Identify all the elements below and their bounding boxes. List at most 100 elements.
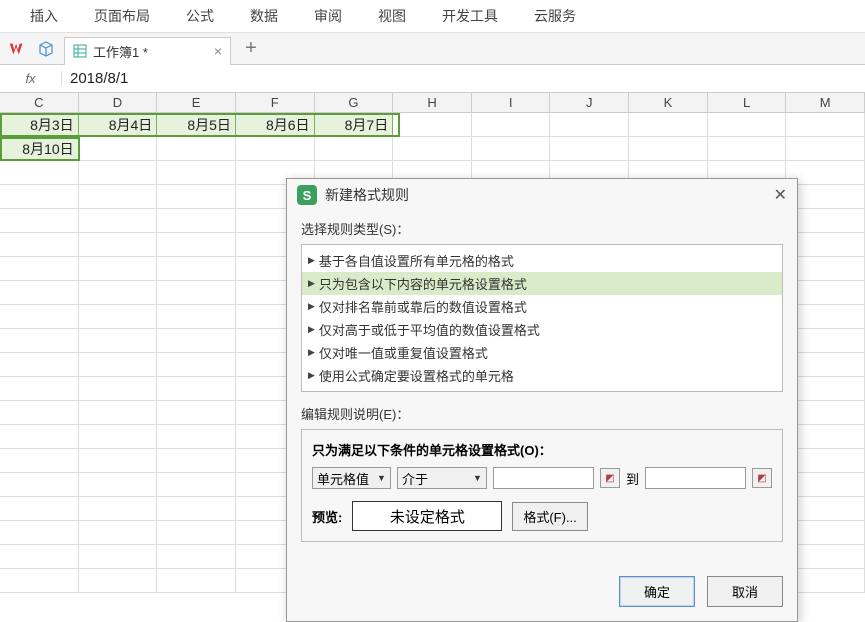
cell[interactable] — [157, 161, 236, 185]
cell[interactable] — [79, 497, 158, 521]
cell[interactable] — [472, 137, 551, 161]
cell[interactable] — [157, 377, 236, 401]
ref-select-icon[interactable]: ◩ — [752, 468, 772, 488]
cell[interactable] — [786, 209, 865, 233]
cancel-button[interactable]: 取消 — [707, 576, 783, 607]
cell[interactable] — [0, 161, 79, 185]
col-header[interactable]: M — [786, 93, 865, 113]
col-header[interactable]: L — [708, 93, 787, 113]
cell[interactable] — [472, 113, 551, 137]
cell[interactable] — [0, 209, 79, 233]
cell[interactable] — [157, 545, 236, 569]
add-tab-icon[interactable]: + — [245, 37, 257, 60]
cell[interactable] — [315, 137, 394, 161]
cell[interactable] — [708, 113, 787, 137]
cell[interactable] — [786, 185, 865, 209]
cell[interactable] — [79, 401, 158, 425]
cell[interactable] — [157, 569, 236, 593]
menu-devtools[interactable]: 开发工具 — [442, 6, 498, 26]
cell[interactable] — [79, 233, 158, 257]
cell[interactable] — [0, 185, 79, 209]
cell[interactable] — [79, 473, 158, 497]
cell[interactable] — [79, 521, 158, 545]
cell[interactable] — [0, 353, 79, 377]
menu-review[interactable]: 审阅 — [314, 6, 342, 26]
cell[interactable] — [708, 137, 787, 161]
menu-insert[interactable]: 插入 — [30, 6, 58, 26]
cell[interactable] — [393, 137, 472, 161]
workbook-tab[interactable]: 工作簿1 * × — [64, 37, 231, 65]
cell[interactable] — [79, 161, 158, 185]
col-header[interactable]: C — [0, 93, 79, 113]
cell[interactable]: 8月10日 — [0, 137, 79, 161]
cell[interactable] — [786, 161, 865, 185]
cell[interactable] — [79, 425, 158, 449]
col-header[interactable]: G — [315, 93, 394, 113]
col-header[interactable]: H — [393, 93, 472, 113]
menu-cloud[interactable]: 云服务 — [534, 6, 576, 26]
cell[interactable] — [157, 233, 236, 257]
menu-formula[interactable]: 公式 — [186, 6, 214, 26]
close-icon[interactable]: ✕ — [774, 185, 787, 205]
menu-data[interactable]: 数据 — [250, 6, 278, 26]
rule-type-item[interactable]: ▶使用公式确定要设置格式的单元格 — [302, 364, 782, 387]
cell[interactable] — [157, 281, 236, 305]
rule-type-item[interactable]: ▶基于各自值设置所有单元格的格式 — [302, 249, 782, 272]
cell[interactable] — [157, 185, 236, 209]
cell[interactable] — [79, 545, 158, 569]
cell[interactable] — [79, 281, 158, 305]
cell[interactable] — [0, 281, 79, 305]
cell[interactable] — [79, 305, 158, 329]
rule-type-item[interactable]: ▶只为包含以下内容的单元格设置格式 — [302, 272, 782, 295]
cell[interactable] — [786, 497, 865, 521]
col-header[interactable]: D — [79, 93, 158, 113]
from-input[interactable] — [493, 467, 594, 489]
cell[interactable] — [786, 401, 865, 425]
cell[interactable] — [157, 257, 236, 281]
cell[interactable] — [157, 425, 236, 449]
cell[interactable] — [786, 353, 865, 377]
cell[interactable] — [0, 425, 79, 449]
cell[interactable] — [0, 473, 79, 497]
close-icon[interactable]: × — [214, 43, 222, 59]
cell[interactable]: 8月5日 — [157, 113, 236, 137]
col-header[interactable]: E — [157, 93, 236, 113]
cell[interactable] — [393, 113, 472, 137]
cube-icon[interactable] — [38, 41, 54, 57]
ref-select-icon[interactable]: ◩ — [600, 468, 620, 488]
cell[interactable] — [157, 401, 236, 425]
rule-type-item[interactable]: ▶仅对唯一值或重复值设置格式 — [302, 341, 782, 364]
cell[interactable] — [0, 521, 79, 545]
cell[interactable] — [157, 497, 236, 521]
cell[interactable] — [157, 449, 236, 473]
cell[interactable] — [79, 185, 158, 209]
cell[interactable] — [786, 449, 865, 473]
cell[interactable] — [786, 257, 865, 281]
operator-dropdown[interactable]: 介于▼ — [397, 467, 487, 489]
cell[interactable]: 8月3日 — [0, 113, 79, 137]
cell[interactable] — [157, 137, 236, 161]
cell[interactable]: 8月4日 — [79, 113, 158, 137]
cell[interactable] — [79, 569, 158, 593]
cell[interactable] — [0, 401, 79, 425]
cell[interactable] — [786, 233, 865, 257]
cell[interactable]: 8月6日 — [236, 113, 315, 137]
cell[interactable] — [0, 305, 79, 329]
cell[interactable] — [157, 209, 236, 233]
cell[interactable] — [236, 137, 315, 161]
cell[interactable] — [786, 305, 865, 329]
cell[interactable] — [157, 521, 236, 545]
rule-type-item[interactable]: ▶仅对排名靠前或靠后的数值设置格式 — [302, 295, 782, 318]
cell[interactable] — [786, 281, 865, 305]
col-header[interactable]: K — [629, 93, 708, 113]
cell[interactable] — [79, 329, 158, 353]
cell[interactable] — [79, 353, 158, 377]
rule-type-item[interactable]: ▶仅对高于或低于平均值的数值设置格式 — [302, 318, 782, 341]
cell[interactable] — [0, 233, 79, 257]
cell[interactable] — [79, 137, 158, 161]
cell[interactable] — [157, 329, 236, 353]
cell[interactable] — [157, 473, 236, 497]
cell[interactable] — [786, 521, 865, 545]
cell[interactable] — [0, 377, 79, 401]
cell[interactable] — [786, 137, 865, 161]
